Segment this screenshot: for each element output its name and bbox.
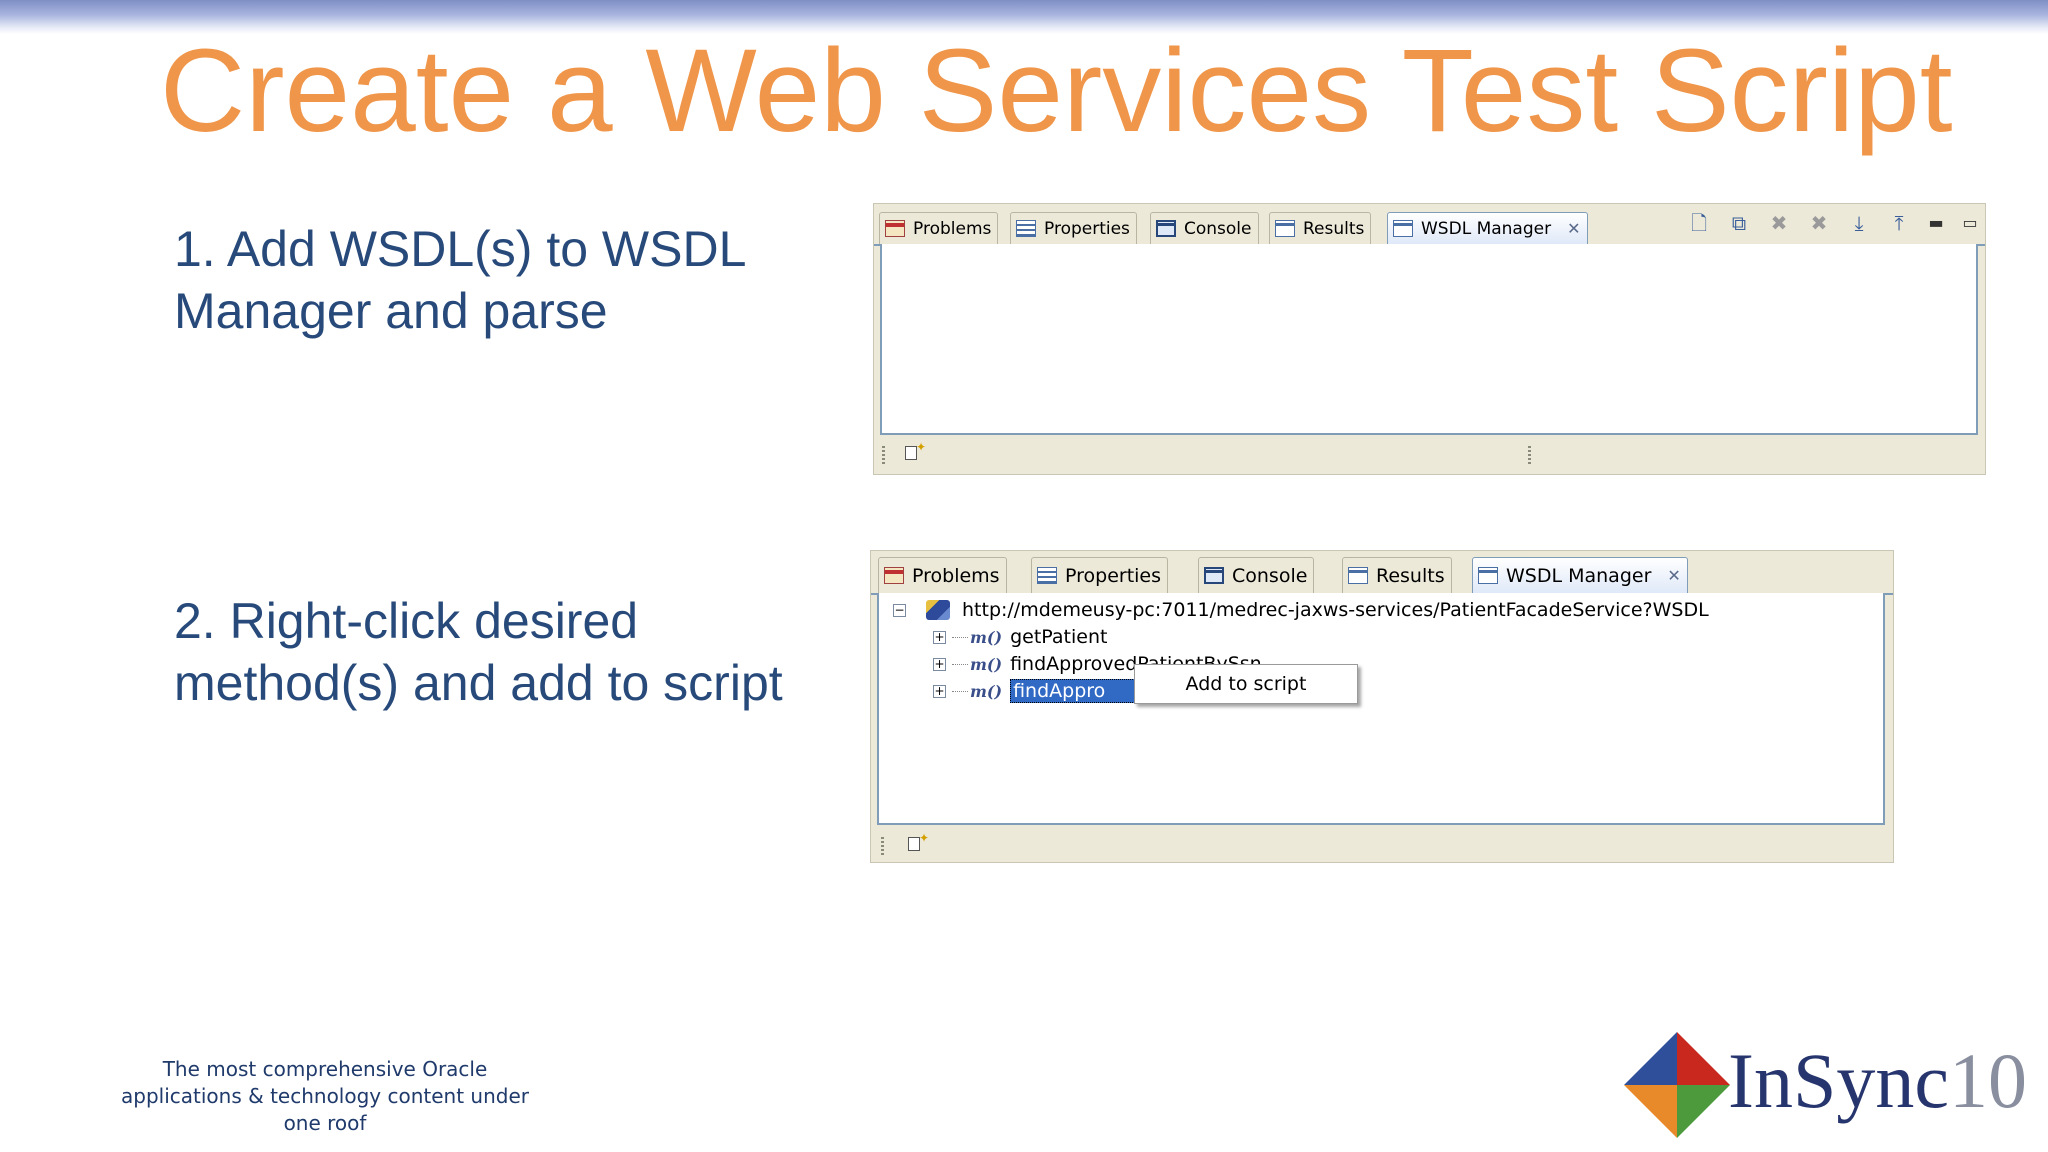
properties-icon [1016,220,1036,237]
context-menu: Add to script [1134,664,1358,704]
console-icon [1156,220,1176,237]
insync10-logo: InSync10 [1622,1030,2027,1140]
tab-label: Console [1232,564,1308,587]
view-tab-bar: Problems Properties Console Results WSDL… [871,551,1893,595]
method-icon: m() [970,654,1003,674]
remove-all-icon[interactable]: ✖ [1807,212,1831,234]
wsdl-tree-area[interactable]: − http://mdemeusy-pc:7011/medrec-jaxws-s… [877,593,1885,825]
tab-problems[interactable]: Problems [878,557,1007,593]
maximize-icon[interactable]: ▭ [1961,212,1979,234]
logo-wordmark: InSync10 [1728,1036,2027,1126]
wsdl-manager-panel-empty: Problems Properties Console Results WSDL… [873,203,1986,475]
wsdl-manager-icon [1393,220,1413,237]
menu-item-add-to-script[interactable]: Add to script [1186,673,1307,695]
status-bar: ✦ [874,436,1985,474]
problems-icon [884,567,904,584]
wsdl-tree-area-empty[interactable] [880,244,1978,435]
tab-label: Console [1184,218,1252,239]
problems-icon [885,220,905,237]
method-name: getPatient [1010,626,1108,648]
trim-grip[interactable] [882,446,885,464]
remove-icon[interactable]: ✖ [1767,212,1791,234]
import-icon[interactable]: ⤓ [1847,212,1871,234]
add-wsdl-icon[interactable]: ⧉ [1727,212,1751,234]
method-icon: m() [970,627,1003,647]
tab-label: Problems [912,564,1000,587]
logo-wordmark-text: InSync [1728,1037,1949,1124]
export-icon[interactable]: ⤒ [1887,212,1911,234]
properties-icon [1037,567,1057,584]
wsdl-manager-panel-parsed: Problems Properties Console Results WSDL… [870,550,1894,863]
wsdl-url: http://mdemeusy-pc:7011/medrec-jaxws-ser… [962,599,1709,621]
tab-label: Properties [1044,218,1130,239]
logo-diamond-icon [1624,1032,1730,1138]
tab-label: WSDL Manager [1421,218,1552,239]
tab-console[interactable]: Console [1198,557,1315,593]
tagline: The most comprehensive Oracle applicatio… [121,1057,529,1135]
tab-results[interactable]: Results [1269,212,1372,244]
wsdl-icon [926,600,950,620]
results-icon [1348,567,1368,584]
expand-icon[interactable]: + [933,630,946,644]
tab-wsdl-manager[interactable]: WSDL Manager ✕ [1387,212,1588,244]
view-tab-bar: Problems Properties Console Results WSDL… [874,204,1985,246]
expand-icon[interactable]: + [933,657,946,671]
status-bar: ✦ [871,827,1893,862]
close-tab-icon[interactable]: ✕ [1667,566,1680,585]
step-1-text: 1. Add WSDL(s) to WSDL Manager and parse [174,221,745,339]
tree-method-row[interactable]: + m() getPatient [933,624,1107,650]
wsdl-manager-icon [1478,567,1498,584]
tab-label: WSDL Manager [1506,564,1652,587]
fast-view-icon[interactable]: ✦ [905,441,926,460]
selected-method-name-start: findAppro [1013,680,1106,702]
console-icon [1204,567,1224,584]
expand-icon[interactable]: + [933,684,946,698]
view-toolbar: 🗋 ⧉ ✖ ✖ ⤓ ⤒ ▬ ▭ [1687,212,1979,234]
tab-console[interactable]: Console [1150,212,1259,244]
trim-grip[interactable] [881,837,884,855]
tab-label: Results [1376,564,1445,587]
fast-view-icon[interactable]: ✦ [908,832,929,851]
tab-wsdl-manager[interactable]: WSDL Manager ✕ [1472,557,1688,593]
tab-label: Problems [913,218,992,239]
tab-properties[interactable]: Properties [1010,212,1137,244]
trim-grip[interactable] [1528,446,1531,464]
collapse-icon[interactable]: − [893,603,906,617]
tab-problems[interactable]: Problems [879,212,999,244]
minimize-icon[interactable]: ▬ [1927,212,1945,234]
slide-title: Create a Web Services Test Script [160,25,1953,157]
method-icon: m() [970,681,1003,701]
tab-properties[interactable]: Properties [1031,557,1169,593]
tab-label: Properties [1065,564,1162,587]
logo-wordmark-number: 10 [1948,1037,2027,1124]
step-2-text: 2. Right-click desired method(s) and add… [174,593,783,711]
new-wsdl-icon[interactable]: 🗋 [1687,212,1711,234]
tab-label: Results [1303,218,1365,239]
tab-results[interactable]: Results [1342,557,1452,593]
results-icon [1275,220,1295,237]
close-tab-icon[interactable]: ✕ [1567,219,1580,238]
tree-root-row[interactable]: − http://mdemeusy-pc:7011/medrec-jaxws-s… [893,597,1709,623]
